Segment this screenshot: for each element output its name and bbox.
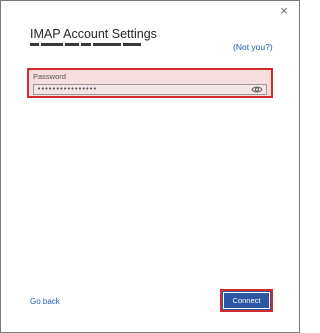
dialog-title: IMAP Account Settings bbox=[30, 27, 157, 41]
password-value: •••••••••••••••• bbox=[37, 85, 97, 93]
account-email-redacted bbox=[30, 43, 162, 48]
password-label: Password bbox=[33, 72, 66, 81]
imap-settings-dialog: × IMAP Account Settings (Not you?) Passw… bbox=[0, 0, 300, 333]
not-you-link[interactable]: (Not you?) bbox=[233, 42, 273, 52]
password-input[interactable]: •••••••••••••••• bbox=[33, 84, 267, 95]
connect-button[interactable]: Connect bbox=[220, 289, 273, 312]
go-back-link[interactable]: Go back bbox=[30, 297, 60, 306]
password-field-group: Password •••••••••••••••• bbox=[27, 68, 273, 98]
connect-button-label: Connect bbox=[223, 292, 270, 309]
close-button[interactable]: × bbox=[277, 4, 291, 18]
eye-icon[interactable] bbox=[251, 85, 263, 94]
close-icon: × bbox=[280, 3, 288, 18]
